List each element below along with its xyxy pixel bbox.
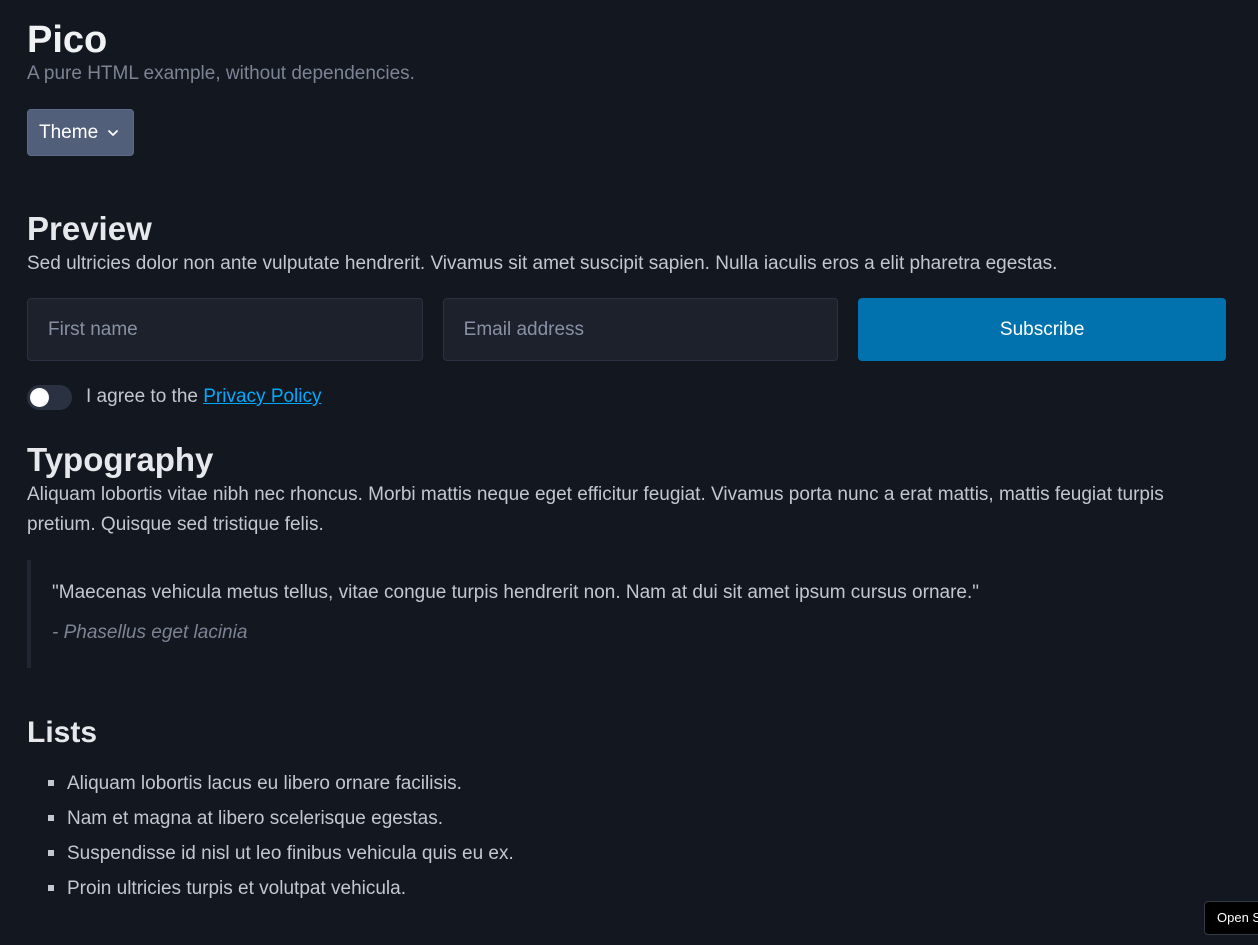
preview-heading: Preview [27,210,152,247]
theme-button[interactable]: Theme [27,109,135,156]
agree-label: I agree to the Privacy Policy [86,386,322,408]
theme-button-label: Theme [39,121,99,143]
open-tab-button[interactable]: Open S [1204,901,1258,935]
list-item: Nam et magna at libero scelerisque egest… [48,801,1226,836]
typography-paragraph: Aliquam lobortis vitae nibh nec rhoncus.… [27,484,1164,535]
typography-heading: Typography [27,441,214,478]
subscribe-button[interactable]: Subscribe [858,298,1227,361]
page-title: Pico [27,19,108,61]
page: Pico A pure HTML example, without depend… [0,0,1258,945]
quote-text: "Maecenas vehicula metus tellus, vitae c… [52,582,979,603]
privacy-agree-switch[interactable] [27,384,72,410]
page-subtitle: A pure HTML example, without dependencie… [27,63,415,84]
lists-section: Lists Aliquam lobortis lacus eu libero o… [27,713,1226,906]
typography-section: Typography Aliquam lobortis vitae nibh n… [27,440,1226,668]
agree-row: I agree to the Privacy Policy [27,383,1226,411]
chevron-down-icon [108,129,119,136]
quote-cite: - Phasellus eget lacinia [52,622,248,643]
email-input[interactable] [442,298,839,361]
blockquote: "Maecenas vehicula metus tellus, vitae c… [27,560,1226,668]
bullet-list: Aliquam lobortis lacus eu libero ornare … [27,766,1226,906]
subscribe-form: Subscribe [27,298,1227,361]
first-name-input[interactable] [27,298,423,361]
list-item: Aliquam lobortis lacus eu libero ornare … [48,766,1226,801]
list-item: Proin ultricies turpis et volutpat vehic… [48,871,1226,906]
privacy-policy-link[interactable]: Privacy Policy [203,386,321,407]
preview-section: Preview Sed ultricies dolor non ante vul… [27,209,1227,411]
lists-heading: Lists [27,716,98,749]
list-item: Suspendisse id nisl ut leo finibus vehic… [48,836,1226,871]
switch-knob [30,387,49,407]
agree-text: I agree to the [86,386,198,407]
preview-paragraph: Sed ultricies dolor non ante vulputate h… [27,253,1058,274]
